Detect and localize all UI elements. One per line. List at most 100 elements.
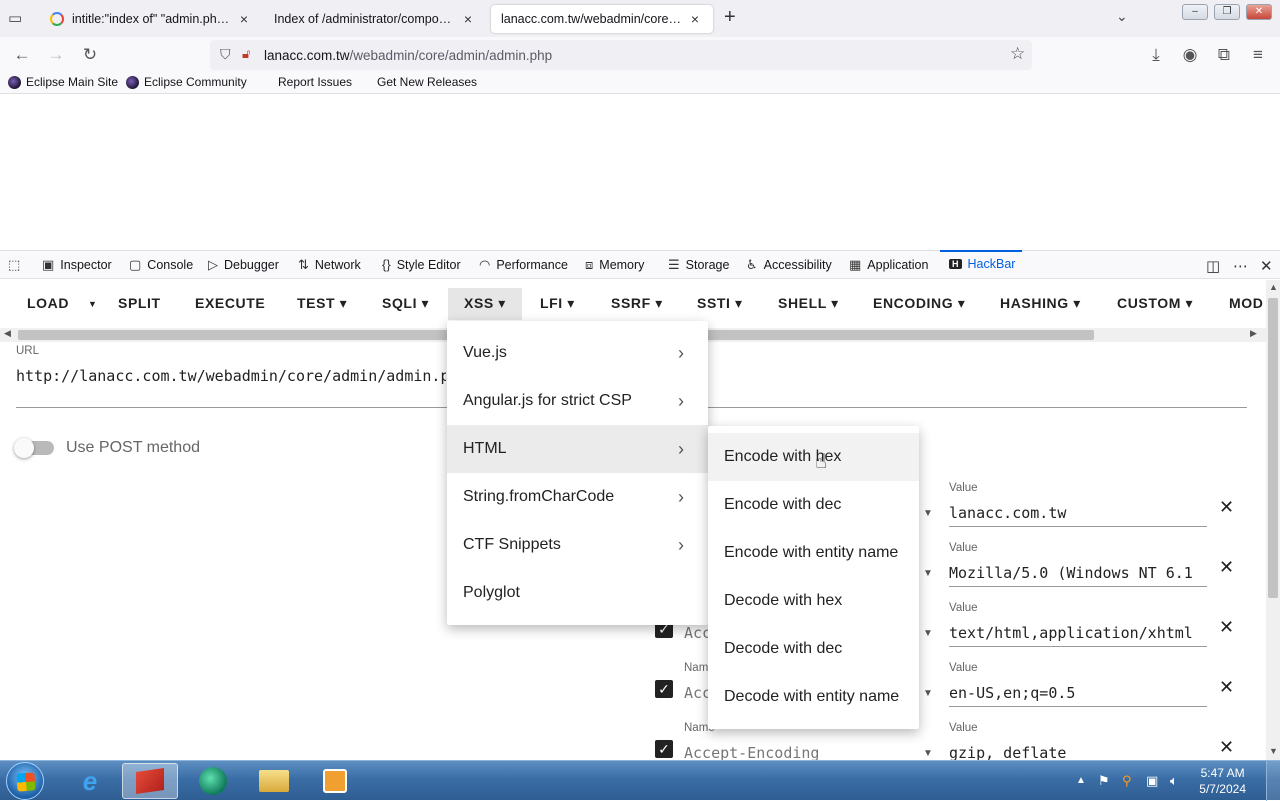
tab-hackbar[interactable]: H HackBar (949, 257, 1015, 271)
menu-item-vuejs[interactable]: Vue.js › (447, 329, 708, 377)
menu-icon[interactable]: ≡ (1248, 45, 1268, 65)
bookmark-star-icon[interactable]: ☆ (1010, 44, 1025, 64)
remove-header-icon[interactable]: ✕ (1219, 617, 1234, 638)
bookmark-eclipse-main[interactable]: Eclipse Main Site (8, 75, 118, 89)
back-icon[interactable]: ← (12, 45, 32, 65)
downloads-icon[interactable]: ⤓ (1146, 45, 1166, 65)
insecure-lock-icon[interactable]: 🔓︎ (242, 46, 250, 62)
tab-console[interactable]: ▢ Console (129, 257, 193, 273)
element-picker-icon[interactable]: ⬚ (8, 257, 26, 273)
taskbar-explorer[interactable] (246, 763, 302, 799)
ssti-menu[interactable]: SSTI ▾ (697, 295, 743, 312)
custom-menu[interactable]: CUSTOM ▾ (1117, 295, 1193, 312)
tab-network[interactable]: ⇅ Network (298, 257, 361, 273)
scrollbar-thumb[interactable] (1268, 298, 1278, 598)
tab-application[interactable]: ▦ Application (849, 257, 928, 273)
volume-icon[interactable]: 🔈︎ (1170, 773, 1178, 789)
forward-icon[interactable]: → (46, 45, 66, 65)
show-desktop-button[interactable] (1266, 761, 1280, 801)
split-button[interactable]: SPLIT (118, 295, 161, 311)
tab-inspector[interactable]: ▣ Inspector (42, 257, 112, 273)
header-value-input[interactable]: gzip, deflate (949, 744, 1207, 760)
reload-icon[interactable]: ↻ (80, 45, 100, 65)
sqli-menu[interactable]: SQLI ▾ (382, 295, 429, 312)
scroll-right-icon[interactable]: ▶ (1250, 328, 1257, 339)
url-bar[interactable]: ⛉ 🔓︎ lanacc.com.tw/webadmin/core/admin/a… (210, 40, 1032, 70)
extensions-icon[interactable]: ⧉ (1214, 45, 1234, 65)
security-icon[interactable]: ⚲ (1122, 773, 1132, 789)
load-button[interactable]: LOAD (27, 295, 69, 311)
tab-overflow-icon[interactable]: ⌄ (1116, 8, 1128, 25)
tab-accessibility[interactable]: ♿︎ Accessibility (746, 257, 832, 273)
name-dropdown-icon[interactable]: ▼ (923, 508, 933, 519)
tray-expand-icon[interactable]: ▲ (1076, 775, 1086, 786)
start-button[interactable] (6, 762, 44, 800)
load-dropdown-icon[interactable]: ▼ (88, 299, 98, 309)
taskbar-app-active[interactable] (122, 763, 178, 799)
network-tray-icon[interactable]: ▣ (1146, 773, 1158, 789)
tab-debugger[interactable]: ▷ Debugger (208, 257, 279, 273)
remove-header-icon[interactable]: ✕ (1219, 677, 1234, 698)
menu-item-html[interactable]: HTML › (447, 425, 708, 473)
test-menu[interactable]: TEST ▾ (297, 295, 347, 312)
header-value-input[interactable]: en-US,en;q=0.5 (949, 684, 1207, 702)
post-method-toggle[interactable] (14, 438, 54, 458)
tab-index[interactable]: Index of /administrator/component × (264, 5, 486, 33)
close-window-button[interactable]: ✕ (1246, 4, 1272, 20)
bookmark-eclipse-community[interactable]: Eclipse Community (126, 75, 247, 89)
taskbar-media[interactable] (185, 763, 241, 799)
scroll-up-icon[interactable]: ▲ (1269, 282, 1278, 292)
close-icon[interactable]: × (236, 11, 252, 27)
scroll-down-icon[interactable]: ▼ (1269, 746, 1278, 756)
name-dropdown-icon[interactable]: ▼ (923, 628, 933, 639)
submenu-encode-entity[interactable]: Encode with entity name (708, 529, 919, 577)
remove-header-icon[interactable]: ✕ (1219, 737, 1234, 758)
header-enabled-checkbox[interactable]: ✓ (655, 740, 673, 758)
flag-icon[interactable]: ⚑ (1098, 773, 1110, 789)
tab-list-icon[interactable]: ▭ (8, 9, 26, 27)
remove-header-icon[interactable]: ✕ (1219, 497, 1234, 518)
url-input[interactable]: http://lanacc.com.tw/webadmin/core/admin… (16, 367, 446, 385)
remove-header-icon[interactable]: ✕ (1219, 557, 1234, 578)
close-devtools-icon[interactable]: ✕ (1260, 257, 1279, 275)
bookmark-new-releases[interactable]: Get New Releases (377, 75, 477, 89)
ssrf-menu[interactable]: SSRF ▾ (611, 295, 663, 312)
menu-item-polyglot[interactable]: Polyglot (447, 569, 708, 617)
header-value-input[interactable]: text/html,application/xhtml (949, 624, 1207, 642)
submenu-encode-hex[interactable]: Encode with hex (708, 433, 919, 481)
hashing-menu[interactable]: HASHING ▾ (1000, 295, 1081, 312)
tab-lanacc[interactable]: lanacc.com.tw/webadmin/core/adm × (491, 5, 713, 33)
encoding-menu[interactable]: ENCODING ▾ (873, 295, 965, 312)
header-value-input[interactable]: lanacc.com.tw (949, 504, 1207, 522)
taskbar-player[interactable] (307, 763, 363, 799)
bookmark-report-issues[interactable]: Report Issues (278, 75, 352, 89)
clock[interactable]: 5:47 AM 5/7/2024 (1199, 765, 1246, 797)
menu-item-fromcharcode[interactable]: String.fromCharCode › (447, 473, 708, 521)
lfi-menu[interactable]: LFI ▾ (540, 295, 575, 312)
tab-google[interactable]: intitle:"index of" "admin.php" - × (40, 5, 262, 33)
header-value-input[interactable]: Mozilla/5.0 (Windows NT 6.1 (949, 564, 1207, 582)
dock-icon[interactable]: ◫ (1206, 257, 1226, 275)
new-tab-button[interactable]: + (724, 6, 736, 29)
more-options-icon[interactable]: ⋯ (1233, 257, 1254, 275)
maximize-button[interactable]: ❐ (1214, 4, 1240, 20)
menu-item-angularjs[interactable]: Angular.js for strict CSP › (447, 377, 708, 425)
name-dropdown-icon[interactable]: ▼ (923, 748, 933, 759)
vertical-scrollbar[interactable]: ▲ ▼ (1266, 280, 1280, 760)
tab-memory[interactable]: ⧈ Memory (585, 257, 644, 273)
taskbar-ie[interactable]: e (62, 763, 118, 799)
close-icon[interactable]: × (460, 11, 476, 27)
header-enabled-checkbox[interactable]: ✓ (655, 680, 673, 698)
menu-item-ctf-snippets[interactable]: CTF Snippets › (447, 521, 708, 569)
close-icon[interactable]: × (687, 11, 703, 27)
name-dropdown-icon[interactable]: ▼ (923, 688, 933, 699)
shield-icon[interactable]: ⛉ (220, 46, 231, 63)
account-icon[interactable]: ◉ (1180, 45, 1200, 65)
xss-menu[interactable]: XSS ▾ (448, 288, 522, 320)
scroll-left-icon[interactable]: ◀ (4, 328, 11, 339)
submenu-decode-dec[interactable]: Decode with dec (708, 625, 919, 673)
submenu-decode-hex[interactable]: Decode with hex (708, 577, 919, 625)
mod-menu[interactable]: MOD (1229, 295, 1263, 311)
name-dropdown-icon[interactable]: ▼ (923, 568, 933, 579)
submenu-encode-dec[interactable]: Encode with dec (708, 481, 919, 529)
